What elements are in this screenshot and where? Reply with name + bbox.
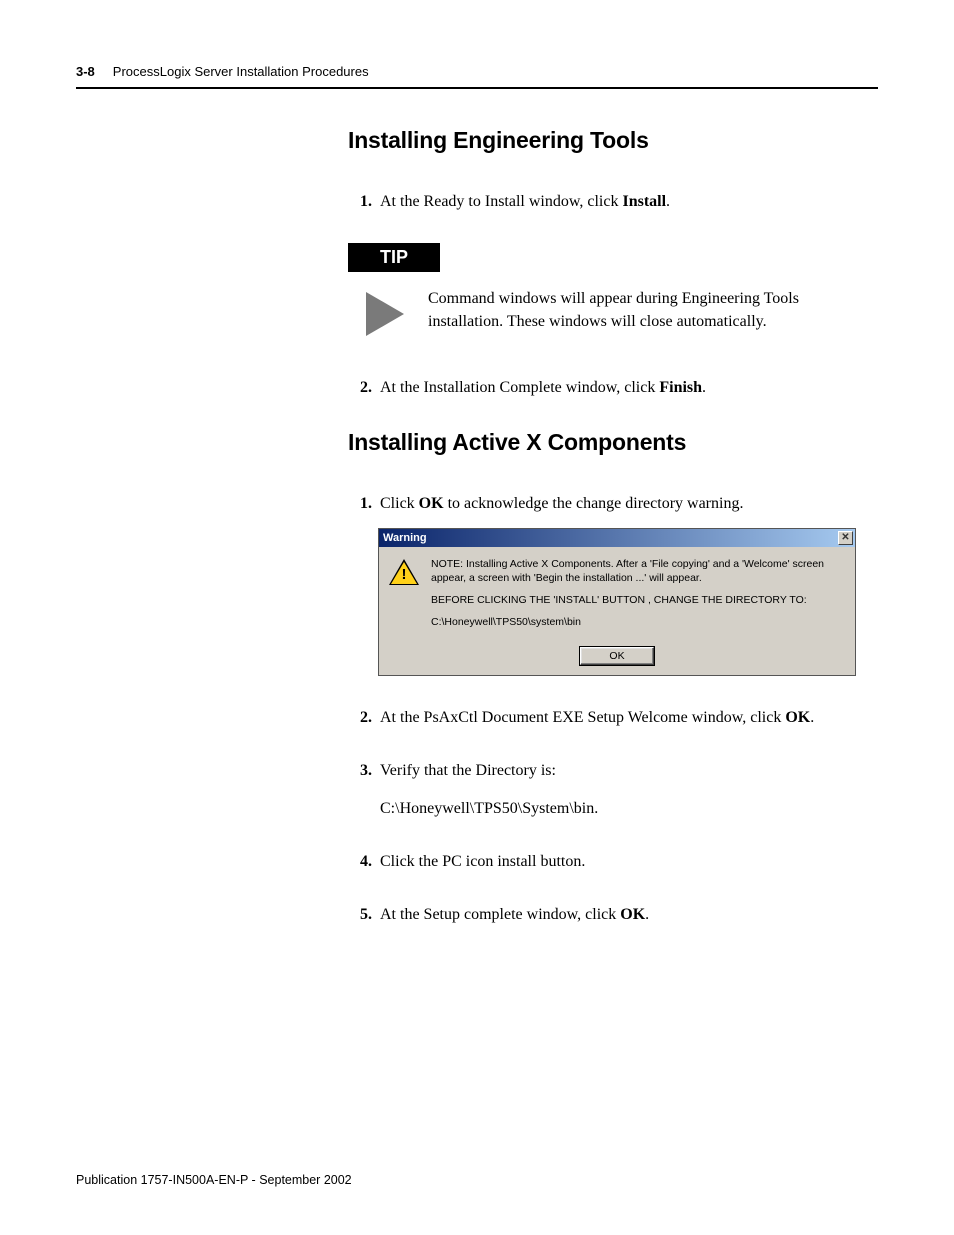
section-heading-activex: Installing Active X Components xyxy=(348,429,878,456)
step-number: 3. xyxy=(348,759,372,819)
section-heading-engineering-tools: Installing Engineering Tools xyxy=(348,127,878,154)
step-text: Click the PC icon install button. xyxy=(380,850,878,873)
dialog-title: Warning xyxy=(383,532,427,544)
step-number: 4. xyxy=(348,850,372,873)
step-number: 5. xyxy=(348,903,372,926)
step-text: At the Ready to Install window, click In… xyxy=(380,190,878,213)
step-text: Verify that the Directory is: C:\Honeywe… xyxy=(380,759,878,819)
step-text: At the PsAxCtl Document EXE Setup Welcom… xyxy=(380,706,878,729)
step-number: 1. xyxy=(348,190,372,213)
dialog-message: NOTE: Installing Active X Components. Af… xyxy=(431,557,843,638)
step-text: At the Installation Complete window, cli… xyxy=(380,376,878,399)
footer-publication: Publication 1757-IN500A-EN-P - September… xyxy=(76,1173,352,1187)
warning-icon: ! xyxy=(389,559,419,587)
step-number: 1. xyxy=(348,492,372,515)
step-number: 2. xyxy=(348,706,372,729)
tip-box: TIP Command windows will appear during E… xyxy=(348,243,878,336)
step-number: 2. xyxy=(348,376,372,399)
header-title: ProcessLogix Server Installation Procedu… xyxy=(113,64,369,79)
play-icon xyxy=(348,286,404,336)
tip-label: TIP xyxy=(348,243,440,272)
directory-path: C:\Honeywell\TPS50\System\bin. xyxy=(380,797,878,820)
warning-dialog: Warning ✕ ! NOTE: Installing Active X Co… xyxy=(378,528,856,677)
page-number: 3-8 xyxy=(76,64,95,79)
step-text: Click OK to acknowledge the change direc… xyxy=(380,492,878,515)
close-icon[interactable]: ✕ xyxy=(838,531,853,545)
ok-button[interactable]: OK xyxy=(580,647,653,665)
header-rule xyxy=(76,87,878,89)
tip-text: Command windows will appear during Engin… xyxy=(428,286,878,336)
step-text: At the Setup complete window, click OK. xyxy=(380,903,878,926)
